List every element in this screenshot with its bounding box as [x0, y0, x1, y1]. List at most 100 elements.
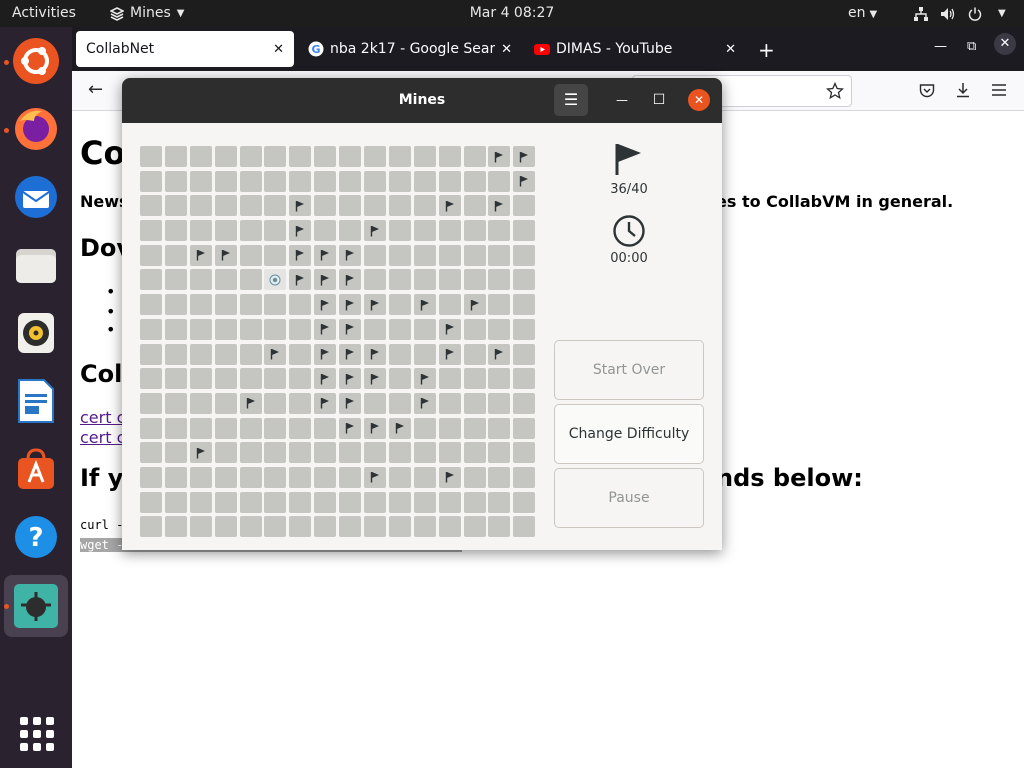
hidden-cell[interactable] [239, 417, 262, 439]
hidden-cell[interactable] [513, 368, 536, 390]
hidden-cell[interactable] [239, 343, 262, 365]
flagged-cell[interactable] [289, 244, 312, 266]
hidden-cell[interactable] [314, 170, 337, 192]
hidden-cell[interactable] [438, 170, 461, 192]
hidden-cell[interactable] [289, 466, 312, 488]
hidden-cell[interactable] [364, 146, 387, 167]
flagged-cell[interactable] [438, 195, 461, 217]
hidden-cell[interactable] [164, 294, 187, 316]
start-over-button[interactable]: Start Over [554, 340, 704, 400]
hidden-cell[interactable] [140, 195, 162, 217]
hidden-cell[interactable] [140, 442, 162, 464]
hidden-cell[interactable] [463, 269, 486, 291]
flagged-cell[interactable] [314, 269, 337, 291]
hidden-cell[interactable] [413, 442, 436, 464]
hidden-cell[interactable] [214, 343, 237, 365]
hidden-cell[interactable] [289, 392, 312, 414]
hidden-cell[interactable] [339, 516, 362, 538]
hidden-cell[interactable] [388, 343, 411, 365]
close-tab-icon[interactable]: ✕ [501, 42, 512, 57]
firefox-launcher[interactable] [12, 105, 60, 153]
hamburger-menu-button[interactable]: ☰ [554, 84, 588, 116]
hidden-cell[interactable] [239, 318, 262, 340]
hidden-cell[interactable] [264, 368, 287, 390]
hidden-cell[interactable] [289, 491, 312, 513]
hidden-cell[interactable] [189, 294, 212, 316]
flagged-cell[interactable] [264, 343, 287, 365]
restore-browser-button[interactable]: ⧉ [967, 39, 976, 54]
activities-button[interactable]: Activities [12, 0, 76, 27]
cert-link[interactable]: cert c [80, 428, 125, 447]
hidden-cell[interactable] [239, 170, 262, 192]
system-menu[interactable]: ▼ [914, 0, 1006, 27]
hidden-cell[interactable] [388, 442, 411, 464]
hidden-cell[interactable] [214, 466, 237, 488]
back-arrow-icon[interactable]: ← [88, 79, 103, 100]
hidden-cell[interactable] [314, 442, 337, 464]
hidden-cell[interactable] [239, 269, 262, 291]
hidden-cell[interactable] [189, 269, 212, 291]
hidden-cell[interactable] [463, 466, 486, 488]
hidden-cell[interactable] [513, 442, 536, 464]
hidden-cell[interactable] [140, 491, 162, 513]
flagged-cell[interactable] [339, 417, 362, 439]
hidden-cell[interactable] [264, 146, 287, 167]
flagged-cell[interactable] [413, 392, 436, 414]
libreoffice-writer-launcher[interactable] [12, 377, 60, 425]
pocket-icon[interactable] [919, 83, 935, 99]
hidden-cell[interactable] [364, 516, 387, 538]
flagged-cell[interactable] [289, 195, 312, 217]
hidden-cell[interactable] [239, 244, 262, 266]
flagged-cell[interactable] [339, 318, 362, 340]
hidden-cell[interactable] [214, 417, 237, 439]
hidden-cell[interactable] [264, 417, 287, 439]
hidden-cell[interactable] [140, 318, 162, 340]
hidden-cell[interactable] [164, 417, 187, 439]
hidden-cell[interactable] [388, 244, 411, 266]
language-indicator[interactable]: en ▼ [848, 0, 877, 27]
hidden-cell[interactable] [140, 343, 162, 365]
flagged-cell[interactable] [189, 442, 212, 464]
flagged-cell[interactable] [364, 466, 387, 488]
hidden-cell[interactable] [214, 368, 237, 390]
hidden-cell[interactable] [214, 195, 237, 217]
flagged-cell[interactable] [289, 269, 312, 291]
pause-button[interactable]: Pause [554, 468, 704, 528]
hidden-cell[interactable] [289, 146, 312, 167]
close-button[interactable]: ✕ [688, 89, 710, 111]
hidden-cell[interactable] [364, 170, 387, 192]
hidden-cell[interactable] [239, 491, 262, 513]
hidden-cell[interactable] [513, 466, 536, 488]
hidden-cell[interactable] [438, 392, 461, 414]
hidden-cell[interactable] [339, 170, 362, 192]
hidden-cell[interactable] [164, 466, 187, 488]
hidden-cell[interactable] [164, 392, 187, 414]
hidden-cell[interactable] [140, 244, 162, 266]
flagged-cell[interactable] [364, 343, 387, 365]
app-menu[interactable]: Mines ▼ [110, 0, 184, 27]
hidden-cell[interactable] [164, 269, 187, 291]
hidden-cell[interactable] [140, 516, 162, 538]
hidden-cell[interactable] [438, 442, 461, 464]
flagged-cell[interactable] [364, 220, 387, 242]
hidden-cell[interactable] [189, 417, 212, 439]
hidden-cell[interactable] [388, 220, 411, 242]
hidden-cell[interactable] [164, 368, 187, 390]
hidden-cell[interactable] [513, 195, 536, 217]
flagged-cell[interactable] [239, 392, 262, 414]
flagged-cell[interactable] [314, 318, 337, 340]
hidden-cell[interactable] [488, 269, 511, 291]
hidden-cell[interactable] [463, 195, 486, 217]
hidden-cell[interactable] [513, 220, 536, 242]
hidden-cell[interactable] [164, 318, 187, 340]
hidden-cell[interactable] [264, 516, 287, 538]
maximize-button[interactable]: ☐ [647, 88, 671, 112]
hidden-cell[interactable] [413, 195, 436, 217]
hidden-cell[interactable] [164, 244, 187, 266]
flagged-cell[interactable] [314, 244, 337, 266]
hidden-cell[interactable] [488, 516, 511, 538]
hidden-cell[interactable] [388, 146, 411, 167]
flagged-cell[interactable] [339, 343, 362, 365]
tab-youtube[interactable]: DIMAS - YouTube ✕ [524, 31, 746, 67]
hidden-cell[interactable] [463, 368, 486, 390]
